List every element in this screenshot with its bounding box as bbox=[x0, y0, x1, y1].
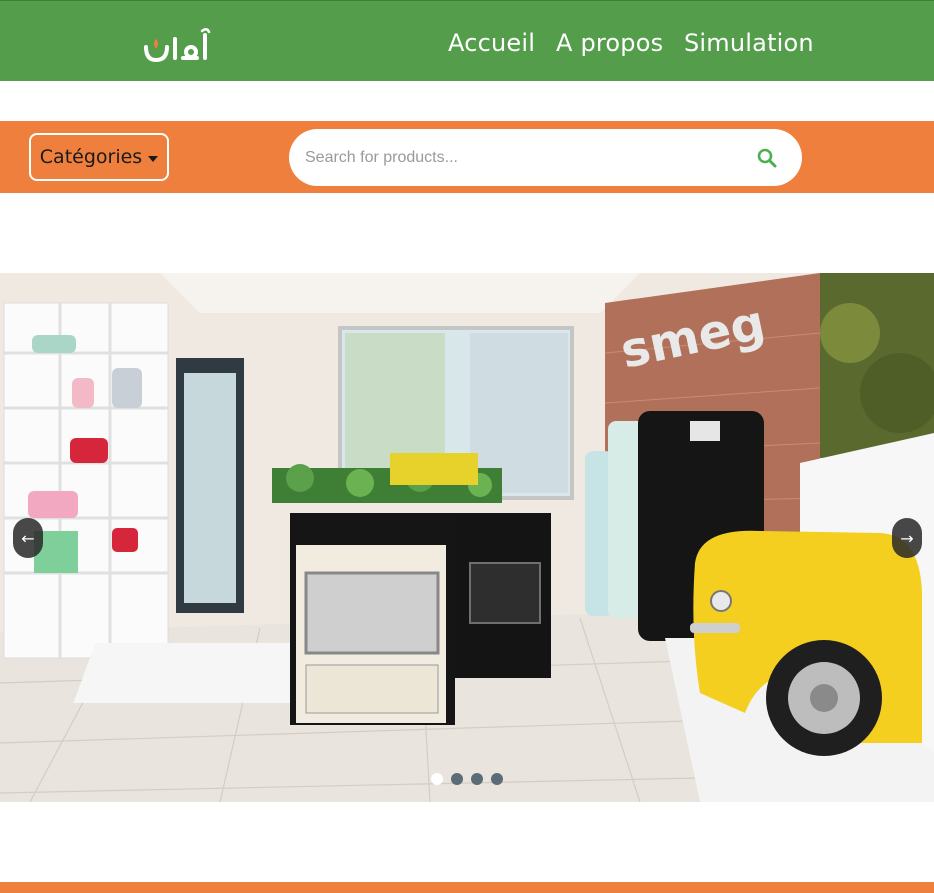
footer-strip bbox=[0, 882, 934, 893]
carousel-next-button[interactable]: → bbox=[892, 518, 922, 558]
categories-dropdown-button[interactable]: Catégories bbox=[29, 133, 169, 181]
search-toolbar: Catégories bbox=[0, 121, 934, 193]
arrow-right-icon: → bbox=[900, 528, 914, 548]
arrow-left-icon: ← bbox=[21, 528, 35, 548]
search-box bbox=[289, 129, 802, 186]
search-input[interactable] bbox=[303, 137, 727, 179]
storefront-photo: smeg bbox=[0, 273, 934, 802]
nav-link-about[interactable]: A propos bbox=[556, 29, 663, 57]
carousel-indicator-4[interactable] bbox=[491, 773, 503, 785]
nav-link-simulation[interactable]: Simulation bbox=[684, 29, 814, 57]
carousel-indicators bbox=[431, 773, 503, 785]
top-navbar: Accueil A propos Simulation bbox=[0, 0, 934, 81]
caret-down-icon bbox=[148, 155, 159, 162]
search-icon[interactable] bbox=[755, 146, 779, 170]
categories-label: Catégories bbox=[39, 146, 143, 168]
nav-link-home[interactable]: Accueil bbox=[448, 29, 535, 57]
carousel-indicator-3[interactable] bbox=[471, 773, 483, 785]
hero-carousel: smeg ← → bbox=[0, 273, 934, 802]
brand-logo[interactable] bbox=[141, 27, 215, 65]
carousel-indicator-1[interactable] bbox=[431, 773, 443, 785]
carousel-indicator-2[interactable] bbox=[451, 773, 463, 785]
carousel-prev-button[interactable]: ← bbox=[13, 518, 43, 558]
